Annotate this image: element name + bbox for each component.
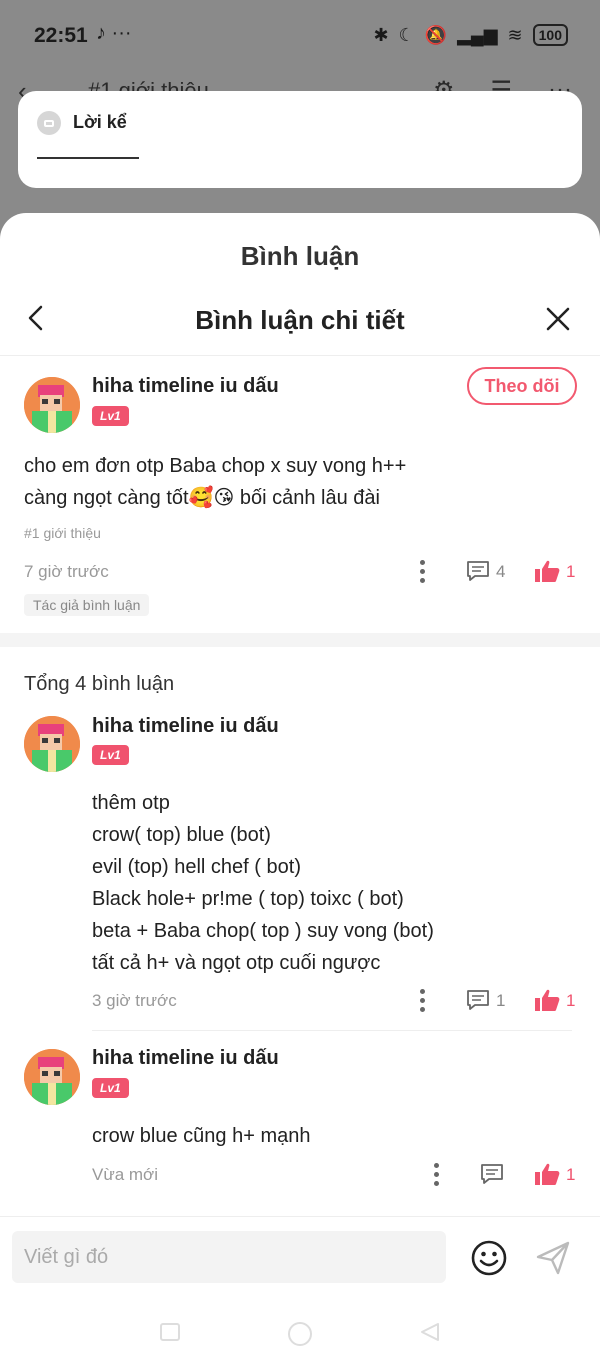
reply-comment-icon[interactable] [466, 989, 490, 1011]
home-icon[interactable] [286, 1320, 314, 1348]
reply-comment-icon[interactable] [480, 1163, 504, 1185]
comment-text: cho em đơn otp Baba chop x suy vong h++ … [24, 455, 407, 509]
moon-icon: ☾ [398, 24, 415, 45]
comment-input[interactable] [12, 1231, 446, 1283]
level-badge: Lv1 [92, 745, 129, 765]
send-icon[interactable] [534, 1239, 572, 1277]
narration-label: Lời kể [73, 112, 127, 132]
avatar[interactable] [24, 1049, 80, 1105]
comment-input-bar [0, 1216, 600, 1307]
comment-author-name[interactable]: hiha timeline iu dấu [92, 375, 279, 398]
mute-icon: 🔕 [424, 24, 448, 45]
reply-time: Vừa mới [92, 1165, 158, 1184]
reply-author-name[interactable]: hiha timeline iu dấu [92, 715, 279, 738]
reply-text: thêm otp crow( top) blue (bot) evil (top… [92, 792, 434, 974]
level-badge: Lv1 [92, 1078, 129, 1098]
comment-time: 7 giờ trước [24, 562, 109, 581]
recent-apps-icon[interactable] [158, 1320, 182, 1344]
thumbs-up-icon[interactable] [534, 1162, 560, 1186]
total-comments-label: Tổng 4 bình luận [24, 673, 175, 695]
section-separator [0, 633, 600, 647]
like-count: 1 [566, 1165, 576, 1184]
status-time: 22:51 [34, 24, 88, 47]
wifi-icon: ≋ [507, 24, 523, 45]
comment-input-box[interactable] [12, 1231, 446, 1283]
narration-card[interactable]: Lời kể [18, 91, 582, 188]
more-options-icon[interactable] [434, 1163, 440, 1190]
status-right-icons: ✱ ☾ 🔕 ▂▄▆ ≋ 100 [373, 24, 568, 46]
level-badge: Lv1 [92, 406, 129, 426]
author-tag: Tác giả bình luận [24, 594, 150, 616]
close-icon[interactable] [542, 303, 574, 335]
like-count: 1 [566, 991, 576, 1010]
chapter-tag[interactable]: #1 giới thiệu [24, 525, 101, 541]
emoji-icon[interactable] [470, 1239, 508, 1277]
status-bar: 22:51 ♪ ··· ✱ ☾ 🔕 ▂▄▆ ≋ 100 [0, 0, 600, 72]
detail-header: Bình luận chi tiết [0, 285, 600, 356]
reply-comment-icon[interactable] [466, 560, 490, 582]
avatar[interactable] [24, 377, 80, 433]
detail-title: Bình luận chi tiết [195, 305, 405, 335]
sheet-title: Bình luận [240, 241, 360, 271]
comments-sheet: Bình luận Bình luận chi tiết hiha timeli… [0, 213, 600, 1367]
avatar[interactable] [24, 716, 80, 772]
like-count: 1 [566, 562, 576, 581]
more-options-icon[interactable] [420, 989, 426, 1016]
battery-icon: 100 [532, 24, 568, 46]
reply-author-name[interactable]: hiha timeline iu dấu [92, 1047, 279, 1070]
thumbs-up-icon[interactable] [534, 559, 560, 583]
back-nav-icon[interactable] [418, 1320, 442, 1344]
more-options-icon[interactable] [420, 560, 426, 587]
follow-button[interactable]: Theo dõi [467, 367, 577, 405]
system-nav-bar [0, 1306, 600, 1367]
status-notification-icons: ♪ ··· [96, 22, 132, 44]
reply-divider [92, 1030, 572, 1031]
thumbs-up-icon[interactable] [534, 988, 560, 1012]
reply-count: 1 [496, 991, 506, 1010]
narration-icon [37, 111, 61, 135]
narration-blank-line [37, 147, 139, 159]
signal-icon: ▂▄▆ [457, 24, 498, 45]
reply-time: 3 giờ trước [92, 991, 177, 1010]
bluetooth-icon: ✱ [373, 24, 389, 45]
reply-count: 4 [496, 562, 506, 581]
reply-text: crow blue cũng h+ mạnh [92, 1125, 311, 1147]
